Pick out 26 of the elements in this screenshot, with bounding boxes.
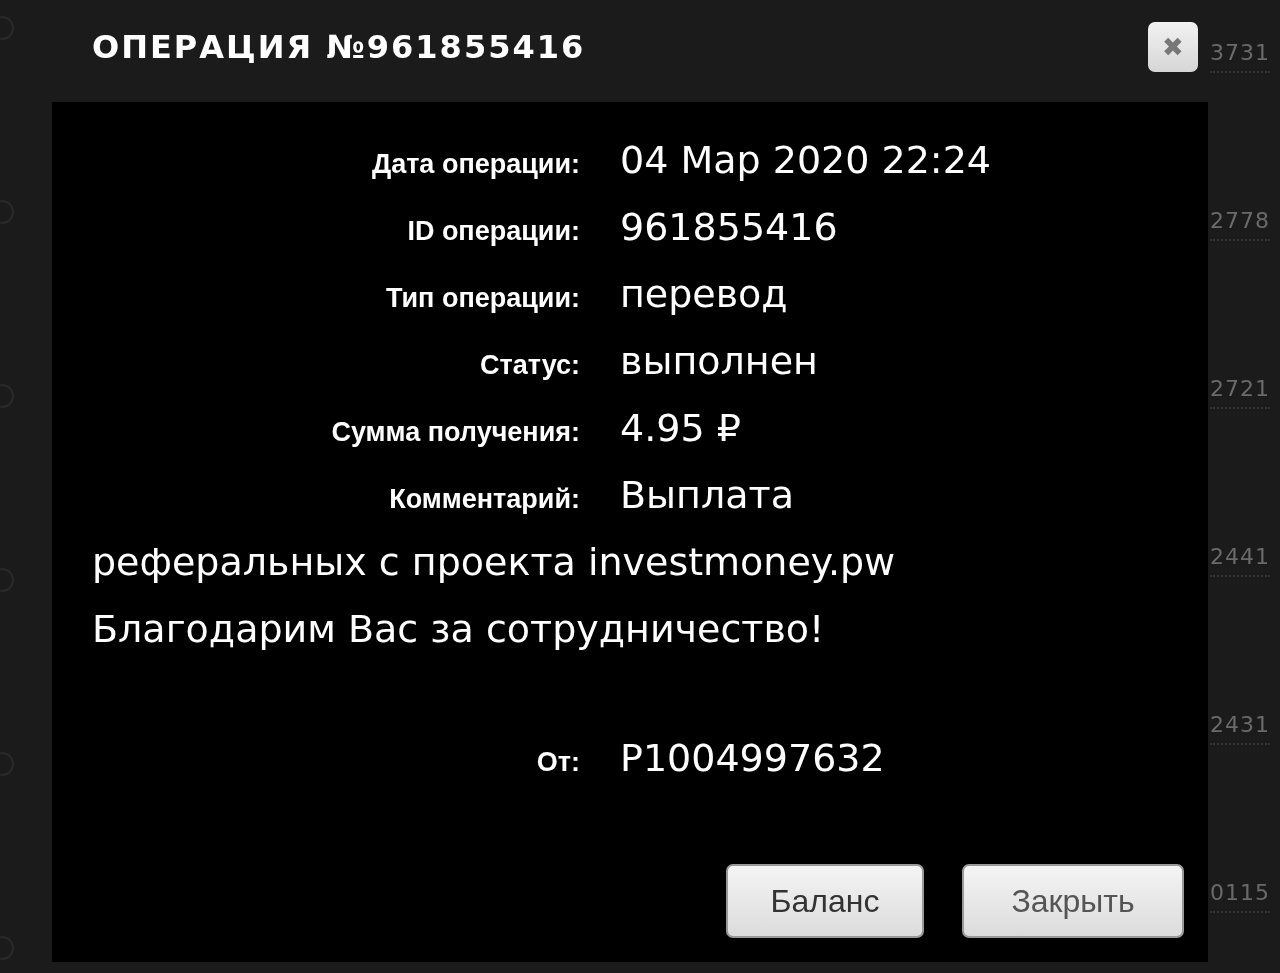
field-label: Комментарий:	[388, 484, 580, 515]
comment-text: Благодарим Вас за сотрудничество!	[92, 607, 825, 651]
field-value: выполнен	[620, 339, 818, 383]
dialog-button[interactable]: Закрыть	[962, 864, 1184, 938]
background-number: 2721	[1210, 371, 1270, 409]
field-label: Статус:	[479, 350, 580, 381]
background-number: 0115	[1210, 875, 1270, 913]
field-value: 961855416	[620, 205, 838, 249]
background-number: 2778	[1210, 203, 1270, 241]
close-button[interactable]: ✖	[1148, 22, 1198, 72]
comment-text: реферальных с проекта investmoney.pw	[92, 540, 896, 584]
background-number: 2431	[1210, 707, 1270, 745]
dialog-title: ОПЕРАЦИЯ №961855416	[92, 28, 586, 66]
comment-text: Выплата	[620, 473, 794, 517]
background-number: 2441	[1210, 539, 1270, 577]
field-label: От:	[535, 747, 580, 778]
field-value: 4.95 ₽	[620, 406, 741, 450]
field-label: ID операции:	[406, 216, 580, 247]
field-label: Сумма получения:	[330, 417, 580, 448]
field-value: P1004997632	[620, 736, 885, 780]
background-number: 3731	[1210, 35, 1270, 73]
field-value: 04 Мар 2020 22:24	[620, 138, 991, 182]
dialog-button[interactable]: Баланс	[726, 864, 924, 938]
field-value: перевод	[620, 272, 788, 316]
field-label: Дата операции:	[370, 149, 580, 180]
field-label: Тип операции:	[385, 283, 580, 314]
